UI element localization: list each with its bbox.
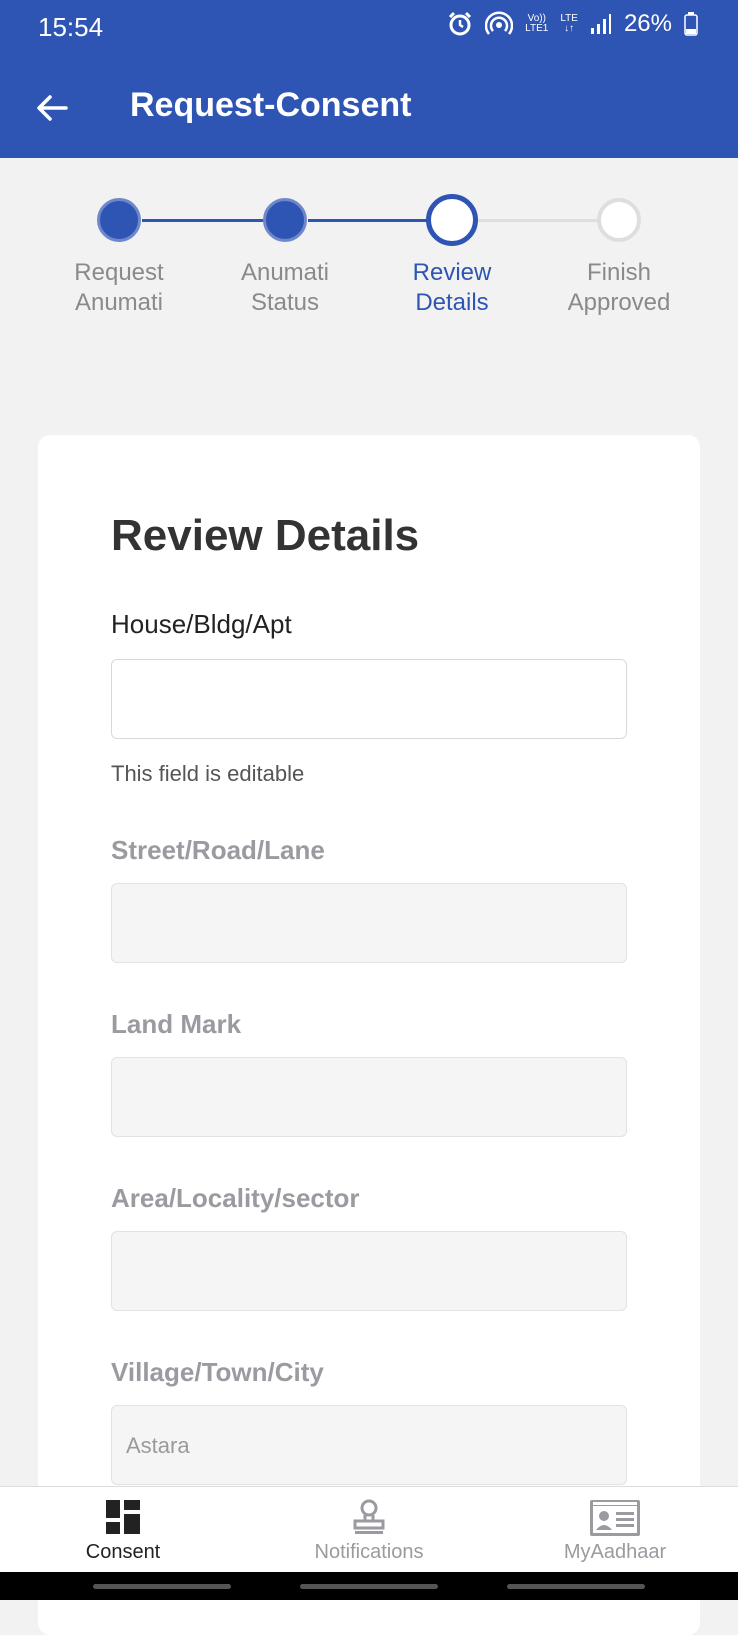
id-card-icon	[589, 1499, 641, 1542]
nav-notifications[interactable]: Notifications	[246, 1487, 492, 1573]
step-4-label: Finish Approved	[567, 259, 671, 316]
review-details-card: Review Details House/Bldg/Apt This field…	[38, 435, 700, 1635]
nav-myaadhaar[interactable]: MyAadhaar	[492, 1487, 738, 1573]
stamp-icon	[352, 1499, 386, 1540]
step-connector-1	[142, 219, 266, 222]
nav-consent-label: Consent	[85, 1541, 161, 1563]
hotspot-icon	[485, 11, 514, 37]
signal-icon	[590, 13, 612, 35]
village-field-label: Village/Town/City	[111, 1357, 324, 1387]
home-gesture[interactable]	[300, 1584, 438, 1589]
volte-indicator: Vo)) LTE1	[525, 13, 549, 34]
street-field-label: Street/Road/Lane	[111, 835, 325, 865]
bottom-navigation: Consent Notifications MyAadhaar	[0, 1486, 738, 1573]
step-2-label: Anumati Status	[240, 259, 330, 316]
nav-consent[interactable]: Consent	[0, 1487, 246, 1573]
house-field-label: House/Bldg/Apt	[111, 609, 292, 639]
house-helper-text: This field is editable	[111, 761, 305, 786]
area-field-label: Area/Locality/sector	[111, 1183, 360, 1213]
lte-indicator: LTE ↓↑	[560, 13, 578, 34]
battery-icon	[684, 12, 698, 36]
battery-percent: 26%	[623, 10, 672, 37]
step-connector-2	[308, 219, 432, 222]
back-gesture[interactable]	[507, 1584, 645, 1589]
house-input[interactable]	[111, 659, 627, 739]
alarm-icon	[447, 11, 473, 37]
step-connector-3	[474, 219, 598, 222]
app-bar: 15:54 Vo)) LTE1 LTE ↓↑ 26% Request-Conse…	[0, 0, 738, 158]
nav-notifications-label: Notifications	[314, 1541, 424, 1563]
nav-myaadhaar-label: MyAadhaar	[563, 1541, 667, 1563]
landmark-field-label: Land Mark	[111, 1009, 242, 1039]
back-button[interactable]	[30, 86, 74, 130]
dashboard-icon	[105, 1499, 141, 1540]
village-input: Astara	[111, 1405, 627, 1485]
page-title: Request-Consent	[130, 86, 412, 124]
step-3-label: Review Details	[412, 259, 492, 316]
area-input	[111, 1231, 627, 1311]
step-1-label: Request Anumati	[74, 259, 164, 316]
step-4-indicator	[597, 198, 641, 242]
status-icons: Vo)) LTE1 LTE ↓↑ 26%	[447, 10, 698, 38]
status-time: 15:54	[38, 12, 104, 42]
step-2-indicator	[263, 198, 307, 242]
form-title: Review Details	[111, 511, 420, 560]
step-1-indicator	[97, 198, 141, 242]
arrow-left-icon	[37, 95, 68, 121]
landmark-input	[111, 1057, 627, 1137]
step-3-indicator	[426, 194, 478, 246]
street-input	[111, 883, 627, 963]
recents-gesture[interactable]	[93, 1584, 231, 1589]
